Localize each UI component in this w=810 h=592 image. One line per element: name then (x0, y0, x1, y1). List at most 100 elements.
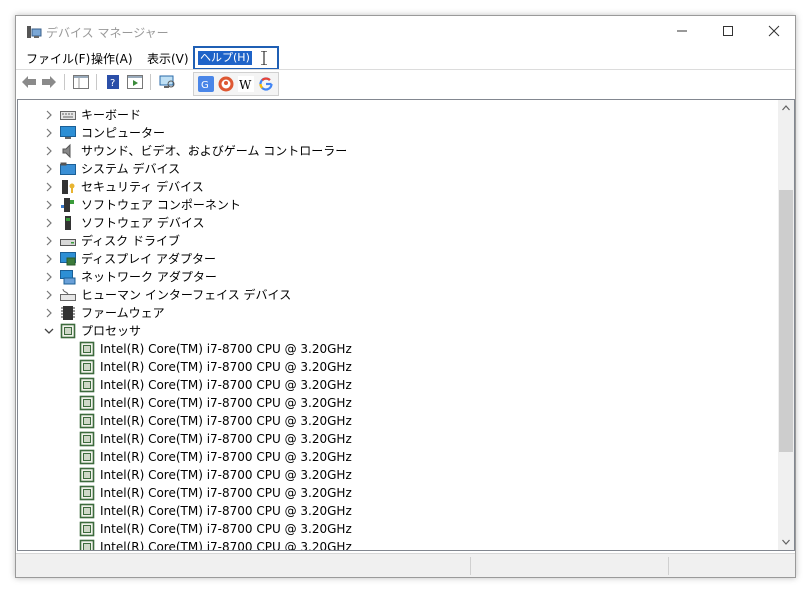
chevron-right-icon[interactable] (44, 146, 54, 156)
toolbar-divider (96, 74, 97, 90)
tree-category-2[interactable]: コンピューター (18, 124, 778, 142)
chevron-right-icon[interactable] (44, 254, 54, 264)
tree-category-10[interactable]: ネットワーク アダプター (18, 268, 778, 286)
scroll-up-button[interactable] (778, 100, 794, 116)
minimize-icon (677, 30, 687, 32)
tree-device-label: Intel(R) Core(TM) i7-8700 CPU @ 3.20GHz (100, 486, 352, 500)
menu-help[interactable]: ヘルプ(H) (193, 46, 279, 70)
toolbar: ? (16, 70, 795, 94)
tree-device-processor[interactable]: Intel(R) Core(TM) i7-8700 CPU @ 3.20GHz (18, 502, 778, 520)
menu-view[interactable]: 表示(V) (147, 50, 189, 68)
close-button[interactable] (751, 16, 797, 46)
tree-category-8[interactable]: ディスク ドライブ (18, 232, 778, 250)
tree-category-label: ネットワーク アダプター (81, 270, 217, 284)
tree-category-label: コンピューター (81, 126, 166, 140)
tree-device-label: Intel(R) Core(TM) i7-8700 CPU @ 3.20GHz (100, 360, 352, 374)
processor-icon (79, 377, 95, 393)
minimize-button[interactable] (659, 16, 705, 46)
tree-device-processor[interactable]: Intel(R) Core(TM) i7-8700 CPU @ 3.20GHz (18, 466, 778, 484)
tree-device-label: Intel(R) Core(TM) i7-8700 CPU @ 3.20GHz (100, 468, 352, 482)
properties-button[interactable] (126, 73, 144, 91)
status-divider (668, 557, 669, 575)
tree-device-processor[interactable]: Intel(R) Core(TM) i7-8700 CPU @ 3.20GHz (18, 448, 778, 466)
tree-device-label: Intel(R) Core(TM) i7-8700 CPU @ 3.20GHz (100, 378, 352, 392)
tree-category-9[interactable]: ディスプレイ アダプター (18, 250, 778, 268)
tree-category-label: ヒューマン インターフェイス デバイス (81, 288, 292, 302)
chevron-right-icon[interactable] (44, 308, 54, 318)
monitor-icon (60, 126, 76, 139)
help-button[interactable]: ? (104, 73, 122, 91)
scan-hardware-button[interactable] (158, 73, 176, 91)
tree-device-processor[interactable]: Intel(R) Core(TM) i7-8700 CPU @ 3.20GHz (18, 376, 778, 394)
chevron-up-icon (782, 105, 790, 111)
menu-file[interactable]: ファイル(F) (26, 50, 90, 68)
tree-device-label: Intel(R) Core(TM) i7-8700 CPU @ 3.20GHz (100, 396, 352, 410)
keyboard-icon (60, 111, 76, 120)
title-bar[interactable]: デバイス マネージャー (16, 16, 795, 48)
chevron-right-icon[interactable] (44, 164, 54, 174)
arrow-right-icon (42, 76, 56, 88)
tree-device-processor[interactable]: Intel(R) Core(TM) i7-8700 CPU @ 3.20GHz (18, 394, 778, 412)
chevron-right-icon[interactable] (44, 272, 54, 282)
tree-device-processor[interactable]: Intel(R) Core(TM) i7-8700 CPU @ 3.20GHz (18, 358, 778, 376)
tree-category-11[interactable]: ヒューマン インターフェイス デバイス (18, 286, 778, 304)
processor-icon (79, 341, 95, 357)
vertical-scrollbar[interactable] (778, 99, 795, 551)
tree-category-label: ソフトウェア デバイス (81, 216, 205, 230)
tree-device-processor[interactable]: Intel(R) Core(TM) i7-8700 CPU @ 3.20GHz (18, 538, 778, 550)
close-icon (768, 25, 780, 37)
show-hide-console-tree-button[interactable] (72, 73, 90, 91)
processor-icon (60, 323, 76, 339)
tree-category-12[interactable]: ファームウェア (18, 304, 778, 322)
tree-device-processor[interactable]: Intel(R) Core(TM) i7-8700 CPU @ 3.20GHz (18, 484, 778, 502)
processor-icon (79, 521, 95, 537)
status-divider (470, 557, 471, 575)
status-bar (16, 553, 795, 577)
processor-icon (79, 359, 95, 375)
tree-category-label: キーボード (81, 108, 142, 122)
processor-icon (79, 503, 95, 519)
network-adapter-icon (60, 270, 76, 285)
maximize-button[interactable] (705, 16, 751, 46)
tree-device-label: Intel(R) Core(TM) i7-8700 CPU @ 3.20GHz (100, 450, 352, 464)
chevron-right-icon[interactable] (44, 182, 54, 192)
processor-icon (79, 467, 95, 483)
tree-device-label: Intel(R) Core(TM) i7-8700 CPU @ 3.20GHz (100, 504, 352, 518)
disk-drive-icon (60, 239, 76, 246)
tree-category-label: プロセッサ (81, 324, 142, 338)
tree-category-1[interactable]: キーボード (18, 106, 778, 124)
console-tree-icon (73, 75, 89, 89)
processor-icon (79, 413, 95, 429)
chevron-right-icon[interactable] (44, 128, 54, 138)
tree-device-label: Intel(R) Core(TM) i7-8700 CPU @ 3.20GHz (100, 414, 352, 428)
forward-button[interactable] (40, 73, 58, 91)
hid-icon (60, 288, 76, 301)
arrow-left-icon (22, 76, 36, 88)
tree-category-5[interactable]: セキュリティ デバイス (18, 178, 778, 196)
tree-device-processor[interactable]: Intel(R) Core(TM) i7-8700 CPU @ 3.20GHz (18, 520, 778, 538)
tree-device-processor[interactable]: Intel(R) Core(TM) i7-8700 CPU @ 3.20GHz (18, 340, 778, 358)
tree-device-processor[interactable]: Intel(R) Core(TM) i7-8700 CPU @ 3.20GHz (18, 412, 778, 430)
chevron-right-icon[interactable] (44, 290, 54, 300)
tree-category-6[interactable]: ソフトウェア コンポーネント (18, 196, 778, 214)
device-manager-window: デバイス マネージャー ファイル(F) 操作(A) 表示(V) ヘルプ(H) G… (15, 15, 796, 578)
tree-category-13[interactable]: プロセッサ (18, 322, 778, 340)
back-button[interactable] (20, 73, 38, 91)
chevron-down-icon[interactable] (44, 326, 54, 336)
menu-action[interactable]: 操作(A) (91, 50, 133, 68)
chevron-right-icon[interactable] (44, 110, 54, 120)
scroll-down-button[interactable] (778, 534, 794, 550)
tree-category-4[interactable]: システム デバイス (18, 160, 778, 178)
toolbar-divider (150, 74, 151, 90)
scrollbar-thumb[interactable] (779, 190, 793, 452)
scan-monitor-icon (159, 75, 175, 88)
tree-device-label: Intel(R) Core(TM) i7-8700 CPU @ 3.20GHz (100, 432, 352, 446)
software-device-icon (65, 216, 71, 230)
tree-device-processor[interactable]: Intel(R) Core(TM) i7-8700 CPU @ 3.20GHz (18, 430, 778, 448)
system-folder-icon (60, 162, 76, 175)
chevron-right-icon[interactable] (44, 200, 54, 210)
chevron-right-icon[interactable] (44, 218, 54, 228)
tree-category-3[interactable]: サウンド、ビデオ、およびゲーム コントローラー (18, 142, 778, 160)
chevron-right-icon[interactable] (44, 236, 54, 246)
tree-category-7[interactable]: ソフトウェア デバイス (18, 214, 778, 232)
